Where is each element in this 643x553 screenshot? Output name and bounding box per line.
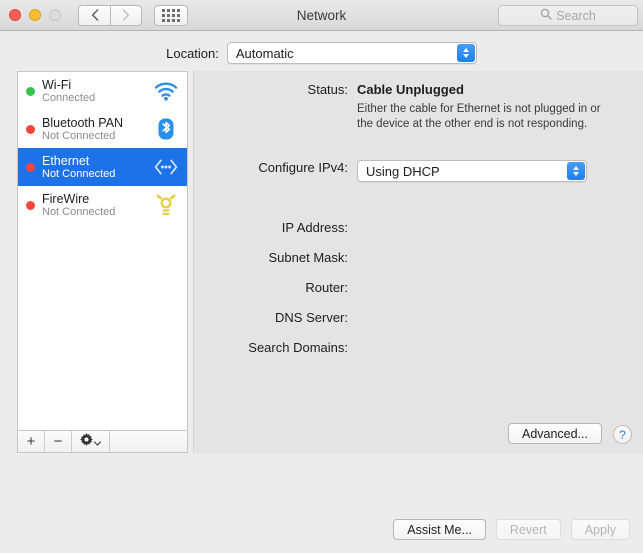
interface-list[interactable]: Wi-Fi Connected Bluetooth PAN Not Connected… [18,72,187,430]
interface-name: FireWire [42,191,90,206]
assist-me-button[interactable]: Assist Me... [393,519,486,540]
configure-ipv4-value: Using DHCP [366,163,440,179]
search-icon [540,7,552,25]
interface-name: Ethernet [42,153,90,168]
detail-label: Router: [305,280,348,295]
advanced-button[interactable]: Advanced... [507,423,602,444]
search-input[interactable]: Search [498,5,638,26]
status-value: Cable Unplugged [357,82,464,97]
detail-row: Router: [193,280,642,295]
status-dot [26,162,35,172]
ethernet-icon [151,152,181,182]
bluetooth-icon [151,114,181,144]
interface-status: Not Connected [42,167,116,180]
add-interface-button[interactable]: + [18,431,45,452]
chevron-updown-icon [456,44,475,62]
interface-text: Ethernet Not Connected [42,154,151,181]
plus-icon: + [26,433,36,450]
sidebar-toolbar-spacer [110,431,187,452]
location-label: Location: [166,45,219,61]
configure-ipv4-row: Configure IPv4: Using DHCP [193,160,642,182]
location-select[interactable]: Automatic [226,42,477,64]
interface-sidebar: Wi-Fi Connected Bluetooth PAN Not Connected… [17,71,188,453]
interface-name: Wi-Fi [42,77,72,92]
forward-button [110,4,142,26]
detail-row: Subnet Mask: [193,250,642,265]
minimize-button[interactable] [29,9,41,21]
close-button[interactable] [9,9,21,21]
status-label: Status: [307,82,348,97]
firewire-icon [151,190,181,220]
status-description: Either the cable for Ethernet is not plu… [357,103,601,130]
status-row: Status: Cable Unplugged [193,82,642,97]
detail-label: DNS Server: [275,310,348,325]
window-footer: Assist Me... Revert Apply [0,506,643,553]
help-button[interactable]: ? [613,425,632,444]
status-dot [26,200,35,210]
configure-ipv4-label: Configure IPv4: [258,160,348,175]
interface-text: Wi-Fi Connected [42,78,151,105]
apply-button: Apply [570,519,630,540]
sidebar-toolbar: + − [18,430,187,452]
interface-row[interactable]: Wi-Fi Connected [18,72,187,110]
interface-name: Bluetooth PAN [42,115,124,130]
interface-status: Not Connected [42,205,116,218]
window-titlebar: Network Search [0,0,643,31]
interface-text: FireWire Not Connected [42,192,151,219]
gear-icon [80,433,93,450]
interface-row[interactable]: FireWire Not Connected [18,186,187,224]
detail-row: Search Domains: [193,340,642,355]
interface-details-panel: Status: Cable Unplugged Either the cable… [193,71,643,453]
chevron-left-icon [91,9,99,21]
content-area: Wi-Fi Connected Bluetooth PAN Not Connected… [0,67,643,475]
chevron-updown-icon [567,162,585,180]
interface-status: Connected [42,91,96,104]
interface-text: Bluetooth PAN Not Connected [42,116,151,143]
status-dot [26,124,35,134]
detail-label: Search Domains: [248,340,348,355]
back-button[interactable] [78,4,110,26]
interface-row[interactable]: Bluetooth PAN Not Connected [18,110,187,148]
revert-button: Revert [495,519,561,540]
location-row: Location: Automatic [0,31,643,67]
detail-row: IP Address: [193,220,642,235]
location-value: Automatic [235,45,294,61]
zoom-button [49,9,61,21]
detail-label: IP Address: [281,220,348,235]
chevron-down-icon [93,433,102,450]
traffic-lights [9,9,61,21]
detail-row: DNS Server: [193,310,642,325]
grid-icon [162,8,180,22]
show-all-button[interactable] [154,4,188,26]
chevron-right-icon [122,9,130,21]
action-menu-button[interactable] [72,431,110,452]
search-placeholder: Search [556,8,596,23]
configure-ipv4-select[interactable]: Using DHCP [357,160,587,182]
minus-icon: − [53,433,63,450]
navigation-buttons [78,4,142,26]
status-dot [26,86,35,96]
remove-interface-button[interactable]: − [45,431,72,452]
wifi-icon [151,76,181,106]
detail-label: Subnet Mask: [268,250,349,265]
interface-row[interactable]: Ethernet Not Connected [18,148,187,186]
interface-status: Not Connected [42,129,116,142]
